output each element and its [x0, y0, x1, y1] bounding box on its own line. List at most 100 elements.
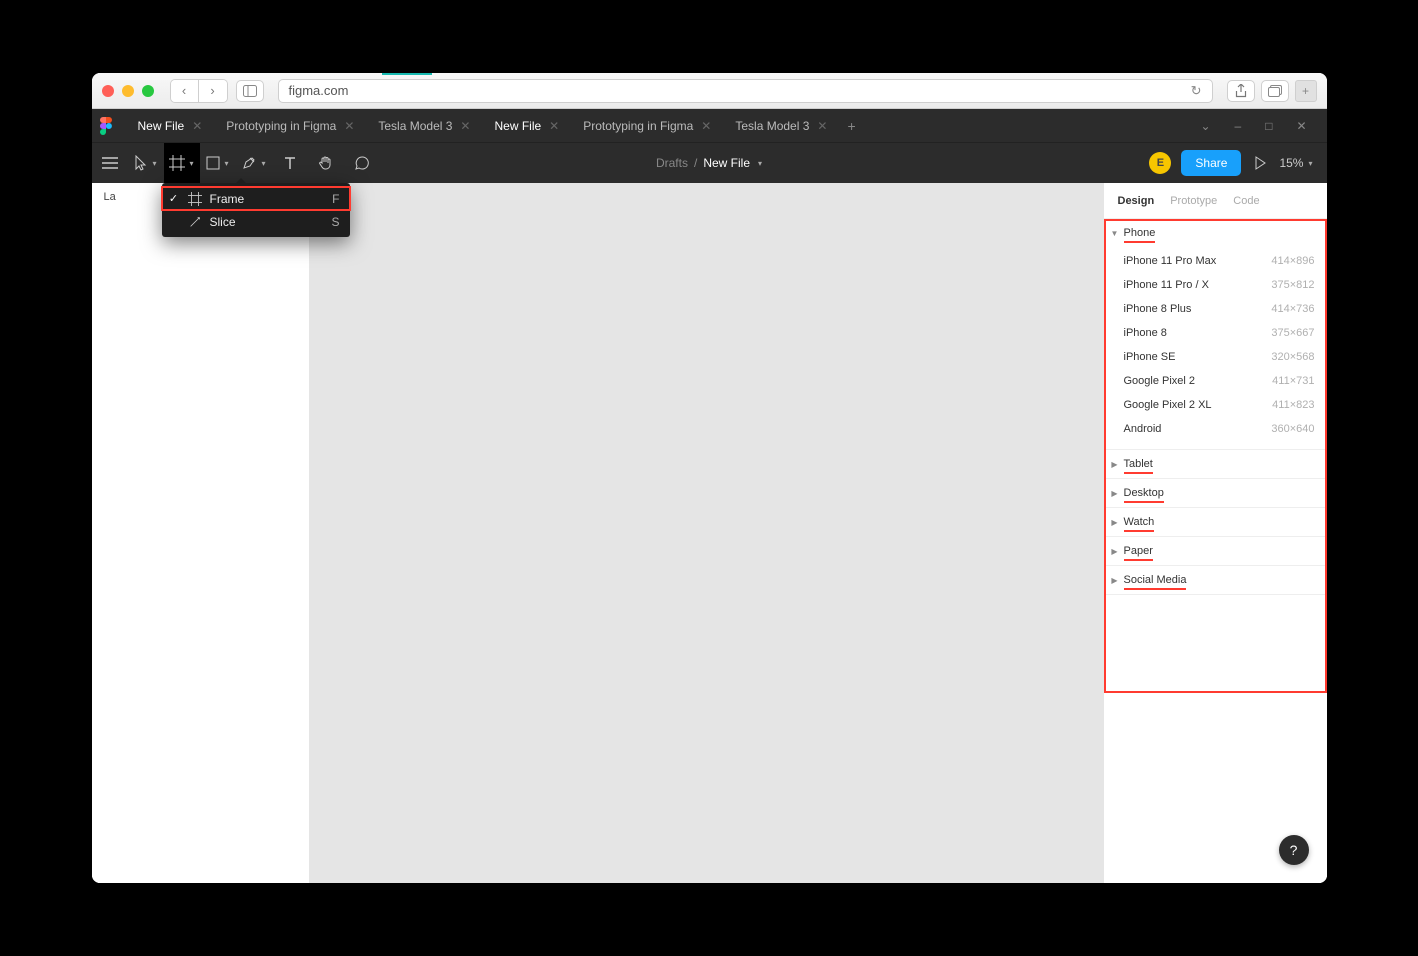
preset-size: 411×731 [1272, 375, 1314, 387]
zoom-control[interactable]: 15% ▾ [1279, 156, 1312, 170]
preset-group-header[interactable]: ▶Watch [1104, 508, 1327, 536]
dropdown-label: Frame [210, 192, 325, 206]
figma-tab[interactable]: Prototyping in Figma ✕ [571, 109, 723, 143]
tabs-overview-button[interactable] [1261, 80, 1289, 102]
maximize-window-icon[interactable] [142, 85, 154, 97]
new-tab-button[interactable]: + [1295, 80, 1317, 102]
close-tab-icon[interactable]: ✕ [460, 119, 470, 133]
group-name: Tablet [1124, 458, 1153, 470]
frame-tool-button[interactable]: ▾ [164, 143, 200, 183]
figma-tab[interactable]: New File✕ [126, 109, 215, 143]
cursor-icon [134, 155, 148, 171]
figma-body: La DesignPrototypeCode ▼PhoneiPhone 11 P… [92, 183, 1327, 883]
preset-group-header[interactable]: ▼Phone [1104, 219, 1327, 247]
play-icon [1254, 156, 1266, 170]
chevron-down-icon: ▾ [261, 159, 265, 168]
figma-tab[interactable]: Tesla Model 3✕ [723, 109, 839, 143]
preset-item[interactable]: Google Pixel 2 XL411×823 [1104, 393, 1327, 417]
chevron-down-icon[interactable]: ⌄ [1200, 119, 1210, 133]
hand-icon [318, 155, 334, 171]
folder-name: Drafts [656, 156, 688, 170]
figma-toolbar: ▾ ▾ ▾ ▾ [92, 143, 1327, 183]
preset-group-header[interactable]: ▶ Tablet [1104, 450, 1327, 478]
main-menu-button[interactable] [92, 143, 128, 183]
shortcut-key: F [332, 192, 339, 206]
preset-size: 414×736 [1271, 303, 1314, 315]
minimize-icon[interactable]: – [1235, 119, 1242, 133]
preset-group-header[interactable]: ▶Desktop [1104, 479, 1327, 507]
preset-item[interactable]: Android360×640 [1104, 417, 1327, 441]
preset-group-header[interactable]: ▶Social Media [1104, 566, 1327, 594]
figma-tab[interactable]: Tesla Model 3✕ [366, 109, 482, 143]
shape-tool-button[interactable]: ▾ [200, 143, 236, 183]
close-tab-icon[interactable]: ✕ [701, 119, 711, 133]
check-icon: ✓ [168, 192, 180, 205]
tab-code[interactable]: Code [1233, 195, 1259, 207]
preset-size: 414×896 [1271, 255, 1314, 267]
minimize-window-icon[interactable] [122, 85, 134, 97]
reload-icon[interactable]: ↻ [1191, 83, 1202, 99]
file-name: New File [703, 156, 750, 170]
tab-label: Prototyping in Figma [226, 119, 336, 133]
preset-size: 375×812 [1271, 279, 1314, 291]
preset-item[interactable]: Google Pixel 2411×731 [1104, 369, 1327, 393]
right-panel: DesignPrototypeCode ▼PhoneiPhone 11 Pro … [1103, 183, 1327, 883]
dropdown-label: Slice [210, 215, 324, 229]
app-window: ‹ › figma.com ↻ + [92, 73, 1327, 883]
close-tab-icon[interactable]: ✕ [192, 119, 202, 133]
pen-tool-button[interactable]: ▾ [236, 143, 272, 183]
help-button[interactable]: ? [1279, 835, 1309, 865]
tab-label: Prototyping in Figma [583, 119, 693, 133]
canvas[interactable] [310, 183, 1103, 883]
chevron-down-icon: ▾ [189, 159, 193, 168]
sidebar-icon [243, 85, 257, 97]
close-window-icon[interactable] [102, 85, 114, 97]
comment-tool-button[interactable] [344, 143, 380, 183]
avatar[interactable]: E [1149, 152, 1171, 174]
layers-panel[interactable]: La [92, 183, 310, 883]
url-bar[interactable]: figma.com ↻ [278, 79, 1213, 103]
disclosure-icon: ▶ [1110, 460, 1120, 469]
preset-item[interactable]: iPhone 11 Pro Max414×896 [1104, 249, 1327, 273]
figma-tab[interactable]: New File✕ [482, 109, 571, 143]
close-tab-icon[interactable]: ✕ [344, 119, 354, 133]
preset-group-header[interactable]: ▶Paper [1104, 537, 1327, 565]
window-controls [102, 85, 154, 97]
maximize-icon[interactable]: □ [1265, 119, 1272, 133]
text-tool-button[interactable] [272, 143, 308, 183]
browser-chrome: ‹ › figma.com ↻ + [92, 73, 1327, 109]
close-icon[interactable]: ✕ [1296, 119, 1306, 133]
preset-name: iPhone 8 Plus [1124, 303, 1192, 315]
nav-forward-button[interactable]: › [199, 80, 227, 102]
group-name: Social Media [1124, 574, 1187, 586]
help-icon: ? [1290, 842, 1298, 858]
preset-name: Google Pixel 2 XL [1124, 399, 1212, 411]
present-button[interactable] [1251, 156, 1269, 170]
breadcrumb[interactable]: Drafts / New File ▾ [656, 143, 762, 183]
sidebar-toggle-button[interactable] [236, 80, 264, 102]
group-name: Phone [1124, 227, 1156, 239]
move-tool-button[interactable]: ▾ [128, 143, 164, 183]
url-text: figma.com [289, 83, 349, 98]
tab-prototype[interactable]: Prototype [1170, 195, 1217, 207]
new-figma-tab-button[interactable]: + [839, 118, 863, 134]
dropdown-item-slice[interactable]: SliceS [162, 210, 350, 233]
chevron-down-icon: ▾ [224, 159, 228, 168]
hand-tool-button[interactable] [308, 143, 344, 183]
rectangle-icon [206, 156, 220, 170]
hamburger-icon [102, 157, 118, 169]
preset-item[interactable]: iPhone SE320×568 [1104, 345, 1327, 369]
preset-item[interactable]: iPhone 8 Plus 414×736 [1104, 297, 1327, 321]
share-button[interactable]: Share [1181, 150, 1241, 176]
share-page-button[interactable] [1227, 80, 1255, 102]
figma-tab[interactable]: Prototyping in Figma ✕ [214, 109, 366, 143]
close-tab-icon[interactable]: ✕ [817, 119, 827, 133]
figma-logo-icon[interactable] [100, 117, 118, 135]
nav-back-button[interactable]: ‹ [171, 80, 199, 102]
preset-item[interactable]: iPhone 8375×667 [1104, 321, 1327, 345]
disclosure-icon: ▶ [1110, 489, 1120, 498]
close-tab-icon[interactable]: ✕ [549, 119, 559, 133]
tab-design[interactable]: Design [1118, 195, 1155, 207]
dropdown-item-frame[interactable]: ✓ Frame F [162, 187, 350, 210]
preset-item[interactable]: iPhone 11 Pro / X375×812 [1104, 273, 1327, 297]
